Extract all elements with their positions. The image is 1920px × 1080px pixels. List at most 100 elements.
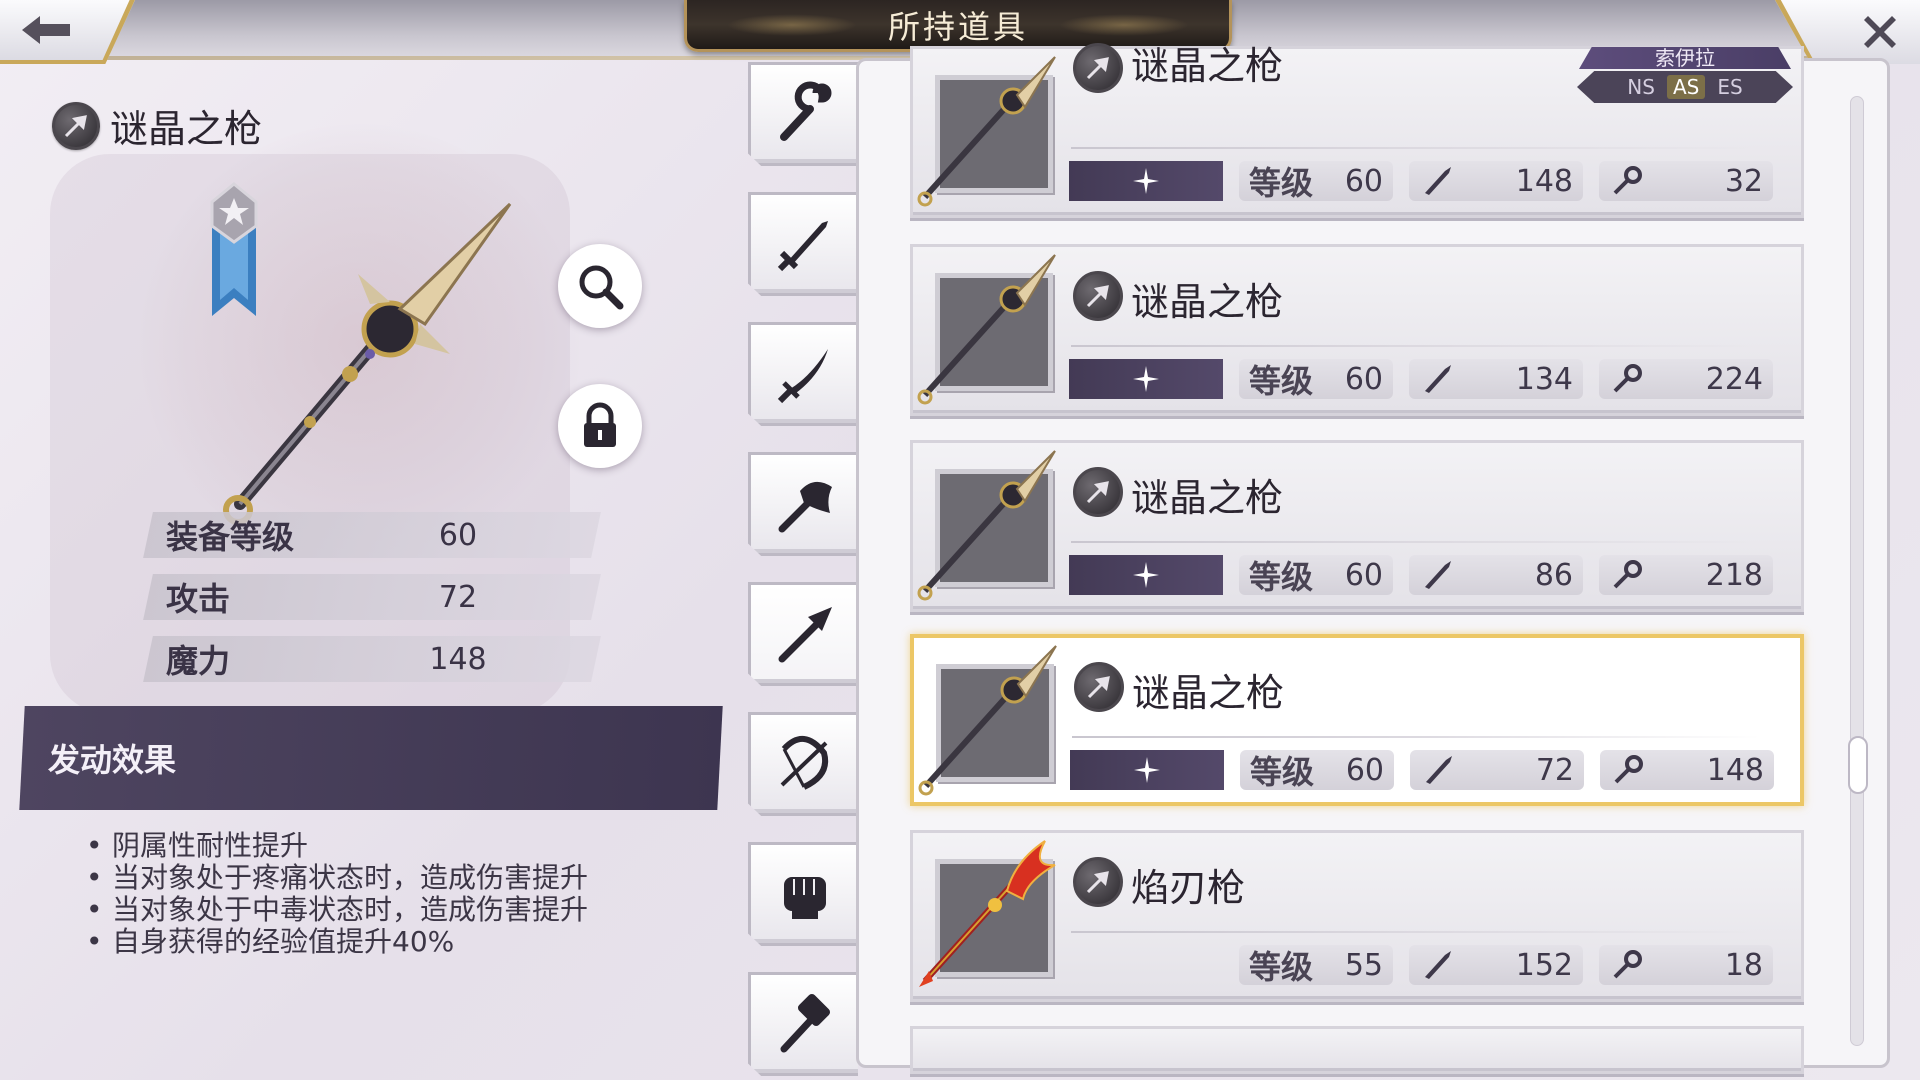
level-label: 等级 xyxy=(1249,948,1314,986)
item-card-partial[interactable] xyxy=(910,1026,1804,1074)
level-pill: 等级 60 xyxy=(1239,555,1393,596)
level-label: 等级 xyxy=(1249,362,1314,400)
stat-label: 魔力 xyxy=(166,642,231,680)
spear-type-icon xyxy=(1073,271,1123,321)
divider xyxy=(1071,931,1761,933)
spear-type-icon xyxy=(1073,43,1123,93)
katana-icon xyxy=(777,349,828,404)
item-card[interactable]: 谜晶之枪 等级 60 86 218 xyxy=(910,440,1804,612)
item-card[interactable]: 焰刃枪 等级 55 152 18 xyxy=(910,830,1804,1002)
spear-thumbnail-icon xyxy=(918,645,1057,796)
stat-value: 148 xyxy=(429,641,487,677)
magic-icon xyxy=(1614,755,1643,784)
magic-value: 218 xyxy=(1705,557,1763,593)
item-header: 谜晶之枪 xyxy=(52,98,262,153)
attack-icon xyxy=(1425,167,1451,195)
effect-title: 发动效果 xyxy=(48,741,177,779)
item-card-selected[interactable]: 谜晶之枪 等级 60 72 148 xyxy=(910,634,1804,806)
variant-option[interactable]: ES xyxy=(1711,75,1748,99)
attack-icon xyxy=(1425,951,1451,979)
attack-value: 72 xyxy=(1535,752,1574,788)
attack-pill: 148 xyxy=(1409,161,1583,201)
level-value: 60 xyxy=(1344,557,1383,593)
level-pill: 等级 60 xyxy=(1240,750,1394,791)
stat-label: 装备等级 xyxy=(166,518,295,556)
item-card[interactable]: 谜晶之枪 索伊拉 NS AS ES 等级 60 148 32 xyxy=(910,43,1804,218)
character-tag: 索伊拉 xyxy=(1579,47,1791,69)
item-name: 谜晶之枪 xyxy=(1131,280,1284,324)
lock-button[interactable] xyxy=(558,384,642,468)
back-arrow-icon xyxy=(22,16,70,44)
spear-type-icon xyxy=(52,101,100,150)
tab-staff[interactable] xyxy=(748,62,858,166)
divider xyxy=(1071,541,1761,543)
scrollbar-track[interactable] xyxy=(1850,96,1864,1046)
item-name: 焰刃枪 xyxy=(1131,866,1246,910)
variant-option-active[interactable]: AS xyxy=(1666,75,1706,99)
level-label: 等级 xyxy=(1249,558,1314,596)
sparkle-icon xyxy=(1133,366,1159,392)
magic-value: 224 xyxy=(1705,361,1763,397)
inspect-button[interactable] xyxy=(558,244,642,328)
effect-item: 当对象处于中毒状态时，造成伤害提升 xyxy=(86,894,706,927)
tab-hammer[interactable] xyxy=(748,972,858,1076)
level-pill: 等级 55 xyxy=(1239,945,1393,986)
effect-item: 阴属性耐性提升 xyxy=(86,830,706,863)
level-value: 60 xyxy=(1344,361,1383,397)
fist-icon xyxy=(783,877,826,919)
attack-icon xyxy=(1426,756,1452,784)
magic-icon xyxy=(1613,950,1642,979)
attack-value: 86 xyxy=(1534,557,1573,593)
effect-item: 自身获得的经验值提升40% xyxy=(86,926,706,959)
stat-row-equip-level: 装备等级 60 xyxy=(143,512,601,558)
tab-katana[interactable] xyxy=(748,322,858,426)
axe-icon xyxy=(778,481,832,533)
item-name: 谜晶之枪 xyxy=(110,107,263,151)
spear-icon xyxy=(778,607,832,663)
element-slot xyxy=(1070,750,1224,790)
level-label: 等级 xyxy=(1249,164,1314,202)
variant-option[interactable]: NS xyxy=(1621,75,1661,99)
tab-axe[interactable] xyxy=(748,452,858,556)
divider xyxy=(1071,147,1761,149)
effect-list: 阴属性耐性提升 当对象处于疼痛状态时，造成伤害提升 当对象处于中毒状态时，造成伤… xyxy=(86,830,706,959)
effect-item: 当对象处于疼痛状态时，造成伤害提升 xyxy=(86,862,706,895)
attack-value: 152 xyxy=(1515,947,1573,983)
tab-spear[interactable] xyxy=(748,582,858,686)
sparkle-icon xyxy=(1133,562,1159,588)
spear-thumbnail-icon xyxy=(917,450,1056,601)
element-slot xyxy=(1069,161,1223,201)
magic-pill: 224 xyxy=(1599,359,1773,399)
spear-type-icon xyxy=(1073,857,1123,907)
magic-value: 18 xyxy=(1724,947,1763,983)
divider xyxy=(1072,736,1760,738)
attack-icon xyxy=(1425,365,1451,393)
item-card[interactable]: 谜晶之枪 等级 60 134 224 xyxy=(910,244,1804,416)
magic-icon xyxy=(1613,364,1642,393)
level-pill: 等级 60 xyxy=(1239,161,1393,202)
element-slot xyxy=(1069,359,1223,399)
sparkle-icon xyxy=(1133,168,1159,194)
spear-thumbnail-icon xyxy=(917,254,1056,405)
variant-switch[interactable]: NS AS ES xyxy=(1577,71,1793,103)
tab-sword[interactable] xyxy=(748,192,858,296)
sword-icon xyxy=(777,221,828,272)
item-name: 谜晶之枪 xyxy=(1131,476,1284,520)
magic-pill: 148 xyxy=(1600,750,1774,790)
element-slot xyxy=(1069,555,1223,595)
tab-fist[interactable] xyxy=(748,842,858,946)
tab-bow[interactable] xyxy=(748,712,858,816)
stat-row-magic: 魔力 148 xyxy=(143,636,601,682)
title-ornament-right xyxy=(1059,14,1189,36)
level-value: 60 xyxy=(1345,752,1384,788)
magic-icon xyxy=(1613,166,1642,195)
attack-icon xyxy=(1425,561,1451,589)
sparkle-icon xyxy=(1134,757,1160,783)
effect-header: 发动效果 xyxy=(19,706,723,810)
divider xyxy=(1071,345,1761,347)
spear-illustration xyxy=(223,202,512,525)
scrollbar-thumb[interactable] xyxy=(1848,736,1868,794)
title-ornament-left xyxy=(727,14,857,36)
category-tabs xyxy=(748,58,860,1076)
magnifier-icon xyxy=(579,265,624,310)
